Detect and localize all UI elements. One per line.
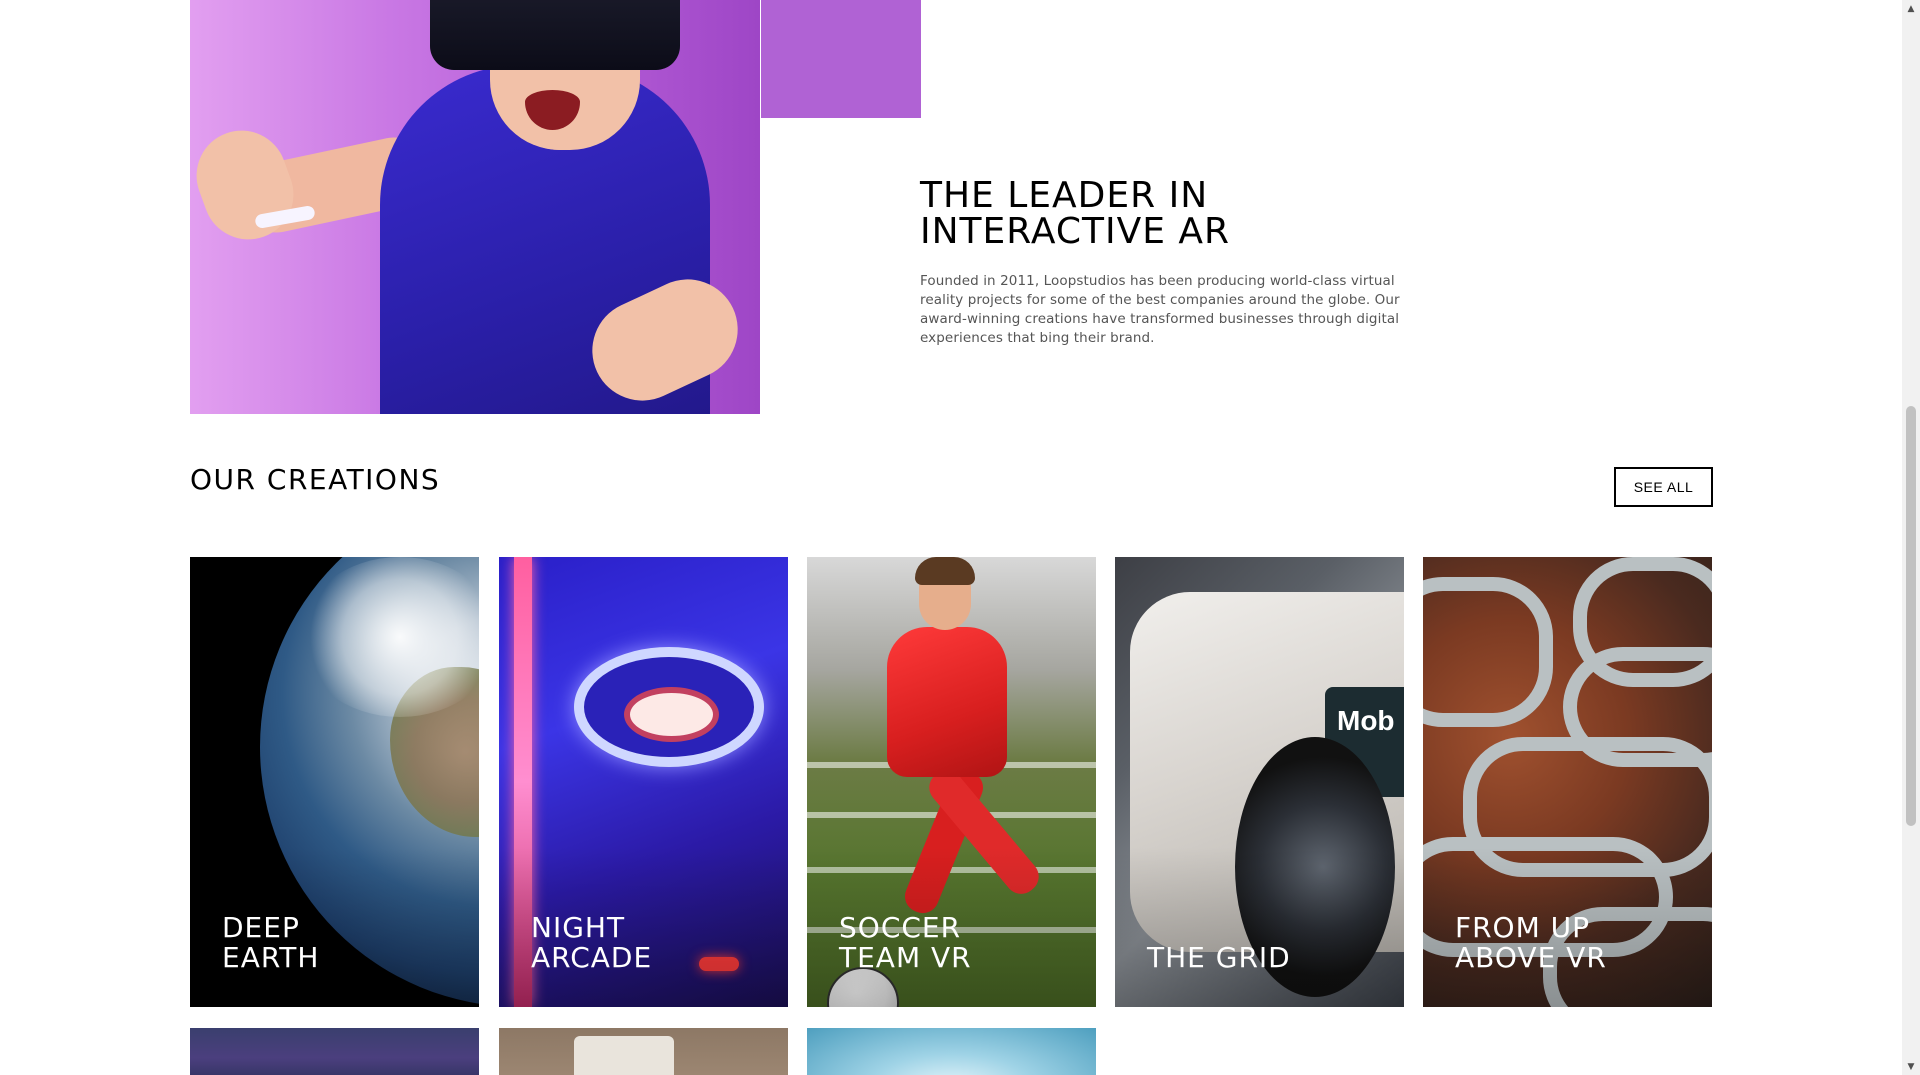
about-heading: THE LEADER IN INTERACTIVE AR — [920, 178, 1400, 250]
about-heading-line2: INTERACTIVE AR — [920, 211, 1231, 252]
creation-card-label-line2: ARCADE — [531, 941, 653, 974]
creation-card-night-arcade[interactable]: NIGHT ARCADE — [499, 557, 788, 1007]
scrollbar-thumb[interactable] — [1906, 406, 1916, 826]
scroll-down-icon[interactable]: ▼ — [1902, 1058, 1920, 1075]
creations-title: OUR CREATIONS — [190, 463, 441, 496]
about-heading-line1: THE LEADER IN — [920, 175, 1209, 216]
winding-road — [1423, 577, 1553, 727]
hero-image-corner — [761, 0, 921, 118]
about-description: Founded in 2011, Loopstudios has been pr… — [920, 273, 1400, 346]
vr-headset — [430, 0, 680, 70]
page-scrollbar[interactable]: ▲ ▼ — [1902, 0, 1920, 1075]
creation-card-label-line1: FROM UP — [1455, 911, 1591, 944]
player-hair — [915, 557, 975, 585]
creation-card-label: NIGHT ARCADE — [531, 913, 761, 973]
creation-card-label: THE GRID — [1147, 913, 1377, 973]
race-car-brand-text: Mob — [1337, 705, 1395, 736]
hero-hand-left — [190, 117, 307, 253]
creation-card-label-line2: THE GRID — [1147, 941, 1291, 974]
creation-card-label: FROM UP ABOVE VR — [1455, 913, 1685, 973]
about-section: THE LEADER IN INTERACTIVE AR Founded in … — [920, 178, 1400, 348]
see-all-button[interactable]: SEE ALL — [1614, 467, 1713, 507]
creation-card-soccer-team-vr[interactable]: SOCCER TEAM VR — [807, 557, 1096, 1007]
creation-card-partial-sky[interactable] — [807, 1028, 1096, 1075]
hero-vr-image — [190, 0, 760, 414]
robot-shape — [574, 1036, 674, 1075]
page: THE LEADER IN INTERACTIVE AR Founded in … — [0, 0, 1902, 1075]
player-jersey — [887, 627, 1007, 777]
creation-card-label-line1: SOCCER — [839, 911, 962, 944]
creation-card-the-grid[interactable]: Mob THE GRID — [1115, 557, 1404, 1007]
creation-card-from-up-above-vr[interactable]: FROM UP ABOVE VR — [1423, 557, 1712, 1007]
scroll-up-icon[interactable]: ▲ — [1902, 0, 1920, 17]
creation-card-partial-space[interactable] — [190, 1028, 479, 1075]
creation-card-label-line2: TEAM VR — [839, 941, 972, 974]
creation-card-label-line2: ABOVE VR — [1455, 941, 1607, 974]
arcade-target — [624, 687, 719, 742]
hero-white-panel — [761, 118, 921, 418]
creation-card-partial-robot[interactable] — [499, 1028, 788, 1075]
creation-card-label-line1: NIGHT — [531, 911, 626, 944]
creation-card-label: SOCCER TEAM VR — [839, 913, 1069, 973]
creation-card-label: DEEP EARTH — [222, 913, 452, 973]
creation-card-label-line1: DEEP — [222, 911, 300, 944]
creation-card-deep-earth[interactable]: DEEP EARTH — [190, 557, 479, 1007]
creation-card-label-line2: EARTH — [222, 941, 320, 974]
